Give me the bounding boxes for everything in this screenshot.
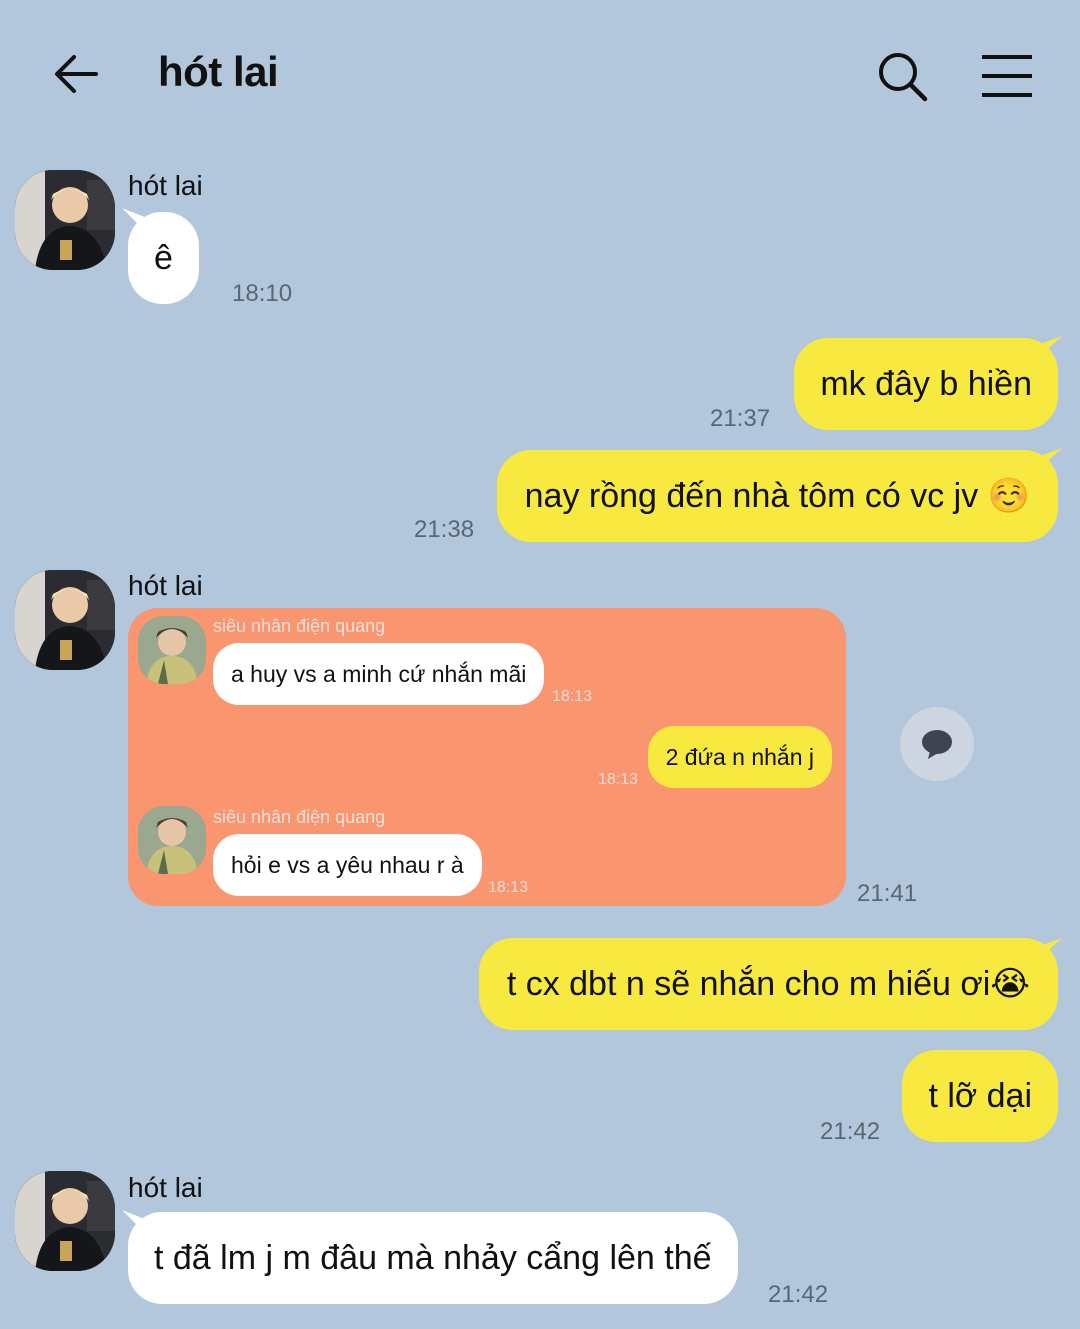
- message-text: mk đây b hiền: [820, 365, 1032, 403]
- menu-icon[interactable]: [980, 54, 1034, 98]
- outgoing-message-bubble[interactable]: t lỡ dại: [902, 1050, 1058, 1142]
- message-text: ê: [154, 239, 173, 277]
- forwarded-message-bubble: hỏi e vs a yêu nhau r à: [213, 834, 482, 896]
- message-time: 21:41: [857, 880, 918, 907]
- forwarded-message-time: 18:13: [552, 688, 593, 705]
- message-time: 18:10: [232, 280, 293, 307]
- mini-avatar: [138, 806, 206, 874]
- message-text: a huy vs a minh cứ nhắn mãi: [231, 660, 527, 687]
- forwarded-message-time: 18:13: [598, 771, 639, 788]
- message-time: 21:38: [414, 516, 475, 543]
- message-text: nay rồng đến nhà tôm có vc jv ☺️: [524, 477, 1030, 515]
- message-time: 21:37: [710, 405, 771, 432]
- outgoing-message-bubble[interactable]: t cx dbt n sẽ nhắn cho m hiếu ơi😭: [478, 938, 1058, 1030]
- forwarded-message-bubble: a huy vs a minh cứ nhắn mãi: [213, 643, 545, 705]
- incoming-message-bubble[interactable]: ê: [128, 212, 199, 304]
- outgoing-message-bubble[interactable]: nay rồng đến nhà tôm có vc jv ☺️: [496, 450, 1058, 542]
- reply-button[interactable]: [900, 707, 974, 781]
- sender-name: hót lai: [128, 170, 203, 201]
- search-icon[interactable]: [876, 50, 930, 104]
- forwarded-message-time: 18:13: [488, 879, 529, 896]
- message-text: t lỡ dại: [928, 1077, 1032, 1115]
- message-text: t cx dbt n sẽ nhắn cho m hiếu ơi😭: [506, 965, 1030, 1003]
- forwarded-message-bubble: 2 đứa n nhắn j: [647, 726, 832, 788]
- forwarded-sender-name: siêu nhân điện quang: [213, 616, 386, 636]
- message-time: 21:42: [768, 1281, 829, 1308]
- avatar[interactable]: [15, 1171, 115, 1271]
- forwarded-sender-name: siêu nhân điện quang: [213, 807, 386, 827]
- outgoing-message-bubble[interactable]: mk đây b hiền: [794, 338, 1058, 430]
- message-text: 2 đứa n nhắn j: [665, 743, 814, 770]
- speech-bubble-icon: [922, 730, 952, 759]
- incoming-message-bubble[interactable]: t đã lm j m đâu mà nhảy cẩng lên thế: [128, 1212, 738, 1304]
- chat-title: hót lai: [158, 48, 279, 95]
- avatar[interactable]: [15, 570, 115, 670]
- message-text: t đã lm j m đâu mà nhảy cẩng lên thế: [154, 1239, 712, 1277]
- message-time: 21:42: [820, 1118, 881, 1145]
- avatar[interactable]: [15, 170, 115, 270]
- sender-name: hót lai: [128, 570, 203, 601]
- message-text: hỏi e vs a yêu nhau r à: [231, 851, 464, 878]
- forwarded-screenshot-card[interactable]: siêu nhân điện quang a huy vs a minh cứ …: [128, 608, 846, 906]
- sender-name: hót lai: [128, 1172, 203, 1203]
- back-arrow-icon[interactable]: [52, 50, 100, 98]
- mini-avatar: [138, 616, 206, 684]
